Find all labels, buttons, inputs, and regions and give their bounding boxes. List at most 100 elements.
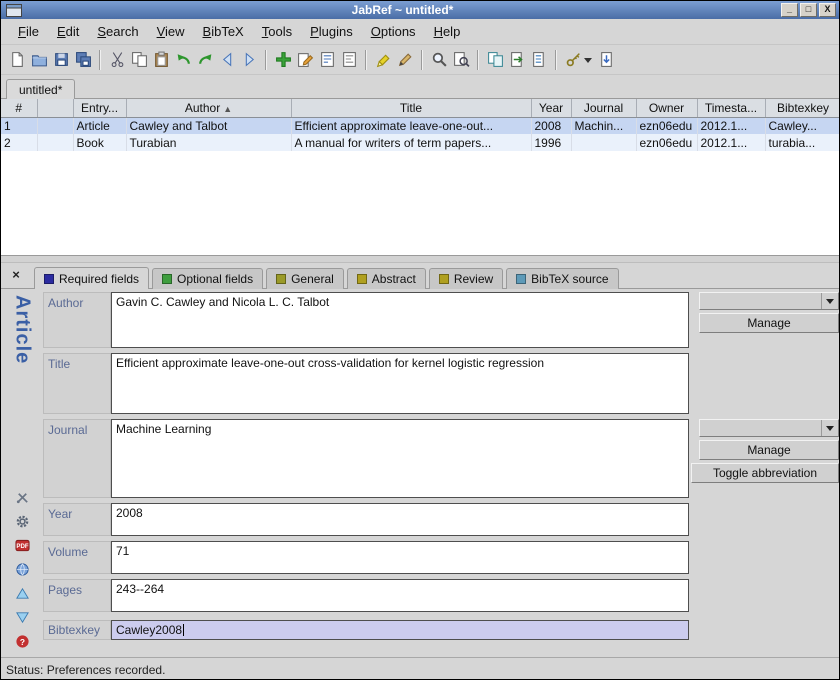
table-cell[interactable]: Machin... bbox=[571, 117, 636, 134]
tab-required-fields[interactable]: Required fields bbox=[34, 267, 149, 289]
column-timestamp[interactable]: Timesta... bbox=[697, 99, 765, 117]
table-cell[interactable]: Book bbox=[73, 134, 126, 151]
column-bibtexkey[interactable]: Bibtexkey bbox=[765, 99, 839, 117]
year-field-input[interactable]: 2008 bbox=[111, 503, 689, 536]
column-owner[interactable]: Owner bbox=[636, 99, 697, 117]
table-cell[interactable]: 1 bbox=[1, 117, 37, 134]
tab-optional-fields[interactable]: Optional fields bbox=[152, 268, 263, 289]
table-row-2[interactable]: 2 Book Turabian A manual for writers of … bbox=[1, 134, 839, 151]
table-cell[interactable] bbox=[571, 134, 636, 151]
gear-icon[interactable] bbox=[15, 514, 30, 529]
tab-bibtex-source[interactable]: BibTeX source bbox=[506, 268, 618, 289]
column-entrytype[interactable]: Entry... bbox=[73, 99, 126, 117]
table-cell[interactable]: ezn06edu bbox=[636, 134, 697, 151]
column-title[interactable]: Title bbox=[291, 99, 531, 117]
column-year[interactable]: Year bbox=[531, 99, 571, 117]
author-field-input[interactable]: Gavin C. Cawley and Nicola L. C. Talbot bbox=[111, 292, 689, 348]
author-names-dropdown[interactable] bbox=[699, 292, 839, 310]
edit-strings-icon[interactable] bbox=[316, 48, 338, 72]
chevron-down-icon[interactable] bbox=[821, 293, 838, 309]
table-cell[interactable]: 1996 bbox=[531, 134, 571, 151]
tools-icon[interactable] bbox=[15, 490, 30, 505]
author-manage-button[interactable]: Manage bbox=[699, 313, 839, 333]
autogenerate-keys-dropdown-icon[interactable] bbox=[584, 58, 592, 67]
mark-entries-icon[interactable] bbox=[372, 48, 394, 72]
menu-view[interactable]: View bbox=[148, 21, 194, 42]
down-arrow-icon[interactable] bbox=[15, 610, 30, 625]
chevron-down-icon[interactable] bbox=[821, 420, 838, 436]
journal-field-input[interactable]: Machine Learning bbox=[111, 419, 689, 498]
edit-preamble-icon[interactable] bbox=[338, 48, 360, 72]
tab-review[interactable]: Review bbox=[429, 268, 503, 289]
menu-bibtex[interactable]: BibTeX bbox=[194, 21, 253, 42]
table-cell[interactable]: Turabian bbox=[126, 134, 291, 151]
table-cell[interactable]: Cawley... bbox=[765, 117, 839, 134]
forward-icon[interactable] bbox=[238, 48, 260, 72]
table-cell[interactable]: 2 bbox=[1, 134, 37, 151]
column-number[interactable]: # bbox=[1, 99, 37, 117]
column-author[interactable]: Author▲ bbox=[126, 99, 291, 117]
paste-icon[interactable] bbox=[150, 48, 172, 72]
cut-icon[interactable] bbox=[106, 48, 128, 72]
menu-help[interactable]: Help bbox=[425, 21, 470, 42]
split-pane-divider[interactable] bbox=[1, 256, 839, 263]
copy-citekey-icon[interactable] bbox=[484, 48, 506, 72]
redo-icon[interactable] bbox=[194, 48, 216, 72]
entry-table-panel[interactable]: # Entry... Author▲ Title Year Journal Ow… bbox=[1, 99, 839, 256]
table-cell[interactable]: A manual for writers of term papers... bbox=[291, 134, 531, 151]
tab-abstract[interactable]: Abstract bbox=[347, 268, 426, 289]
cleanup-entries-icon[interactable] bbox=[394, 48, 416, 72]
url-icon[interactable] bbox=[15, 562, 30, 577]
pdf-icon[interactable]: PDF bbox=[15, 538, 30, 553]
journal-names-dropdown[interactable] bbox=[699, 419, 839, 437]
open-database-icon[interactable] bbox=[28, 48, 50, 72]
table-cell[interactable] bbox=[37, 134, 73, 151]
copy-icon[interactable] bbox=[128, 48, 150, 72]
table-cell[interactable]: turabia... bbox=[765, 134, 839, 151]
column-icon[interactable] bbox=[37, 99, 73, 117]
table-cell[interactable]: Article bbox=[73, 117, 126, 134]
close-button[interactable]: X bbox=[819, 3, 836, 17]
open-file-icon[interactable] bbox=[595, 48, 617, 72]
minimize-button[interactable]: _ bbox=[781, 3, 798, 17]
new-database-icon[interactable] bbox=[6, 48, 28, 72]
table-cell[interactable]: Efficient approximate leave-one-out... bbox=[291, 117, 531, 134]
push-to-winedt-icon[interactable] bbox=[528, 48, 550, 72]
database-tab-untitled[interactable]: untitled* bbox=[6, 79, 75, 99]
edit-entry-icon[interactable] bbox=[294, 48, 316, 72]
close-entry-editor-icon[interactable]: × bbox=[8, 268, 24, 284]
search-icon[interactable] bbox=[428, 48, 450, 72]
bibtexkey-field-input[interactable]: Cawley2008 bbox=[111, 620, 689, 640]
back-icon[interactable] bbox=[216, 48, 238, 72]
toggle-abbreviation-button[interactable]: Toggle abbreviation bbox=[691, 463, 839, 483]
pages-field-input[interactable]: 243--264 bbox=[111, 579, 689, 612]
menu-options[interactable]: Options bbox=[362, 21, 425, 42]
help-icon[interactable]: ? bbox=[15, 634, 30, 649]
menu-tools[interactable]: Tools bbox=[253, 21, 301, 42]
menu-search[interactable]: Search bbox=[88, 21, 147, 42]
new-entry-icon[interactable] bbox=[272, 48, 294, 72]
menu-plugins[interactable]: Plugins bbox=[301, 21, 362, 42]
undo-icon[interactable] bbox=[172, 48, 194, 72]
push-to-lyx-icon[interactable] bbox=[506, 48, 528, 72]
incremental-search-icon[interactable] bbox=[450, 48, 472, 72]
volume-field-input[interactable]: 71 bbox=[111, 541, 689, 574]
table-cell[interactable]: 2012.1... bbox=[697, 117, 765, 134]
save-database-icon[interactable] bbox=[50, 48, 72, 72]
table-cell[interactable]: ezn06edu bbox=[636, 117, 697, 134]
table-cell[interactable]: Cawley and Talbot bbox=[126, 117, 291, 134]
journal-manage-button[interactable]: Manage bbox=[699, 440, 839, 460]
menu-file[interactable]: File bbox=[9, 21, 48, 42]
table-row-1[interactable]: 1 Article Cawley and Talbot Efficient ap… bbox=[1, 117, 839, 134]
up-arrow-icon[interactable] bbox=[15, 586, 30, 601]
maximize-button[interactable]: □ bbox=[800, 3, 817, 17]
tab-general[interactable]: General bbox=[266, 268, 344, 289]
table-cell[interactable]: 2008 bbox=[531, 117, 571, 134]
column-journal[interactable]: Journal bbox=[571, 99, 636, 117]
table-cell[interactable] bbox=[37, 117, 73, 134]
save-all-icon[interactable] bbox=[72, 48, 94, 72]
table-cell[interactable]: 2012.1... bbox=[697, 134, 765, 151]
title-field-input[interactable]: Efficient approximate leave-one-out cros… bbox=[111, 353, 689, 414]
autogenerate-bibtex-keys-icon[interactable] bbox=[562, 48, 584, 72]
menu-edit[interactable]: Edit bbox=[48, 21, 88, 42]
